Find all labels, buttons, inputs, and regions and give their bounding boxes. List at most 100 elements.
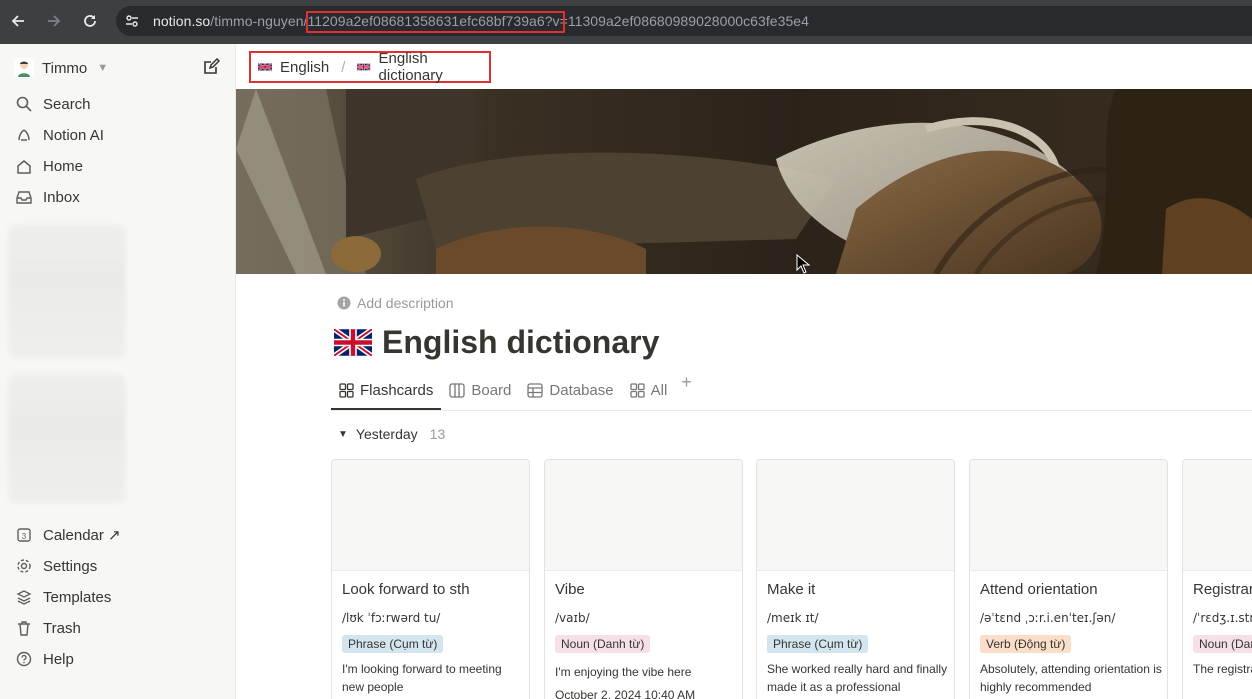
address-bar[interactable]: notion.so/timmo-nguyen/11209a2ef08681358… (116, 6, 1252, 36)
page-title-text[interactable]: English dictionary (382, 324, 659, 361)
gallery-icon (629, 382, 645, 398)
sidebar-item-notion-ai[interactable]: Notion AI (14, 123, 104, 147)
sidebar-item-settings[interactable]: Settings (14, 554, 97, 578)
word-type-tag: Noun (Danh từ) (1193, 635, 1252, 653)
card-example: I'm looking forward to meeting new peopl… (342, 662, 502, 694)
sidebar-item-label: Settings (43, 557, 98, 575)
sidebar-item-help[interactable]: Help (14, 647, 74, 671)
svg-text:3: 3 (22, 532, 27, 541)
sidebar-item-label: Trash (43, 619, 81, 637)
sidebar-item-label: Search (43, 95, 91, 113)
card-example: Absolutely, attending orientation is hig… (980, 662, 1162, 694)
card-pronunciation: /meɪk ɪt/ (767, 611, 819, 625)
flashcard[interactable]: Vibe /vaɪb/ Noun (Danh từ) I'm enjoying … (544, 459, 743, 699)
sidebar-item-label: Notion AI (43, 126, 104, 144)
tab-label: All (650, 381, 668, 399)
tab-label: Board (471, 381, 512, 399)
sidebar-item-label: Calendar ↗ (43, 527, 121, 544)
add-view-icon[interactable]: + (675, 372, 698, 393)
tab-board[interactable]: Board (441, 373, 519, 407)
gear-icon (14, 556, 34, 576)
uk-flag-icon (357, 63, 371, 71)
search-icon (14, 94, 34, 114)
new-page-icon[interactable] (202, 57, 222, 78)
sidebar-item-calendar[interactable]: 3 Calendar ↗ (14, 523, 121, 547)
workspace-switcher[interactable]: Timmo ▼ (14, 57, 108, 79)
tab-all[interactable]: All (622, 373, 676, 407)
breadcrumb-item-english-dictionary[interactable]: English dictionary (357, 50, 489, 84)
card-cover (970, 460, 1167, 571)
uk-flag-icon (258, 62, 272, 72)
add-description-label: Add description (357, 295, 454, 311)
card-pronunciation: /vaɪb/ (555, 611, 590, 625)
breadcrumb-label: English dictionary (378, 50, 443, 84)
group-header[interactable]: ▼ Yesterday 13 (338, 426, 445, 442)
view-tabs: Flashcards Board Database All + (331, 372, 1252, 411)
card-pronunciation: /əˈtɛnd ˌɔːr.i.enˈteɪ.ʃən/ (980, 611, 1116, 625)
page-title: English dictionary (334, 324, 659, 361)
card-title: Make it (767, 581, 816, 598)
flashcard[interactable]: Make it /meɪk ɪt/ Phrase (Cụm từ) She wo… (756, 459, 955, 699)
card-cover (545, 460, 742, 571)
breadcrumb-item-english[interactable]: English (258, 59, 329, 76)
sidebar-item-trash[interactable]: Trash (14, 616, 81, 640)
card-cover (757, 460, 954, 571)
chevron-down-icon: ▼ (97, 62, 109, 74)
reload-icon[interactable] (78, 9, 102, 33)
sidebar-item-label: Templates (43, 588, 112, 606)
workspace-name: Timmo (42, 59, 88, 77)
uk-flag-icon (334, 329, 372, 356)
flashcard[interactable]: Look forward to sth /lʊk ˈfɔːrwərd tu/ P… (331, 459, 530, 699)
card-example: She worked really hard and finally made … (767, 662, 948, 694)
card-pronunciation: /lʊk ˈfɔːrwərd tu/ (342, 611, 441, 625)
word-type-tag: Verb (Động từ) (980, 635, 1072, 653)
sidebar-item-label: Inbox (43, 188, 80, 206)
breadcrumb: English / English dictionary (249, 50, 491, 84)
sidebar-item-label: Help (43, 650, 74, 668)
breadcrumb-label: English (280, 58, 330, 76)
home-icon (14, 156, 34, 176)
tab-database[interactable]: Database (519, 373, 621, 407)
sidebar-item-home[interactable]: Home (14, 154, 83, 178)
card-cover (332, 460, 529, 571)
help-icon (14, 649, 34, 669)
add-description-button[interactable]: Add description (337, 295, 454, 311)
site-settings-icon[interactable] (124, 13, 140, 29)
back-arrow-icon[interactable] (6, 9, 30, 33)
inbox-icon (14, 187, 34, 207)
info-icon (337, 296, 351, 310)
mouse-cursor-icon (796, 254, 810, 274)
flashcard[interactable]: Attend orientation /əˈtɛnd ˌɔːr.i.enˈteɪ… (969, 459, 1168, 699)
group-label: Yesterday (355, 426, 418, 442)
forward-arrow-icon[interactable] (42, 9, 66, 33)
blurred-page-list (8, 224, 126, 359)
url-host: notion.so (153, 13, 211, 29)
word-type-tag: Phrase (Cụm từ) (767, 635, 869, 653)
browser-toolbar: notion.so/timmo-nguyen/11209a2ef08681358… (0, 0, 1252, 44)
calendar-icon: 3 (14, 525, 34, 545)
card-cover (1183, 460, 1252, 571)
blurred-page-list (8, 374, 126, 504)
card-title: Registrar (1193, 581, 1252, 598)
card-title: Attend orientation (980, 581, 1098, 598)
card-date: October 2, 2024 10:40 AM (555, 688, 696, 699)
sidebar: Timmo ▼ Search Notion AI Home Inbox 3 Ca… (0, 44, 236, 699)
tab-label: Flashcards (360, 381, 434, 399)
avatar (14, 58, 34, 78)
card-example: I'm enjoying the vibe here (555, 665, 692, 679)
cover-image[interactable] (236, 89, 1252, 274)
templates-icon (14, 587, 34, 607)
gallery-icon (339, 382, 354, 398)
board-icon (449, 382, 466, 398)
card-pronunciation: /ˈrɛdʒ.ɪ.strɑːr/ (1193, 611, 1252, 625)
sidebar-item-templates[interactable]: Templates (14, 585, 111, 609)
flashcard[interactable]: Registrar /ˈrɛdʒ.ɪ.strɑːr/ Noun (Danh từ… (1182, 459, 1252, 699)
word-type-tag: Noun (Danh từ) (555, 635, 651, 653)
sidebar-item-inbox[interactable]: Inbox (14, 185, 80, 209)
tab-flashcards[interactable]: Flashcards (331, 373, 442, 410)
card-title: Vibe (555, 581, 585, 598)
card-example: The registrar helped me (1193, 662, 1252, 676)
collapse-triangle-icon[interactable]: ▼ (338, 429, 348, 440)
sidebar-item-label: Home (43, 157, 84, 175)
sidebar-item-search[interactable]: Search (14, 92, 91, 116)
